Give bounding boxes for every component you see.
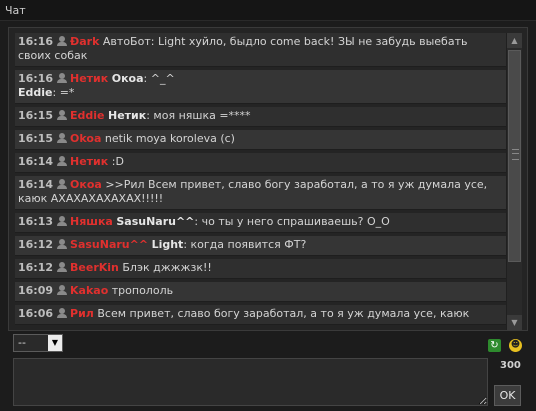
- send-button[interactable]: OK: [494, 385, 521, 406]
- window-title: Чат: [5, 4, 26, 17]
- message-time: 16:14: [18, 178, 54, 191]
- message-time: 16:15: [18, 109, 54, 122]
- chat-message: 16:12 SasuNaru^^ Light: когда появится ФТ…: [15, 236, 506, 256]
- message-time: 16:15: [18, 132, 54, 145]
- smiley-icon[interactable]: ☻: [509, 339, 522, 352]
- message-text: : моя няшка =****: [146, 109, 251, 122]
- scroll-up-icon[interactable]: ▲: [507, 33, 522, 48]
- user-icon[interactable]: [57, 262, 68, 272]
- message-time: 16:09: [18, 284, 54, 297]
- message-nick[interactable]: Okoa: [70, 132, 101, 145]
- message-scrollbar[interactable]: ▲ ▼: [506, 33, 522, 330]
- message-text: Блэк джжжзк!!: [122, 261, 212, 274]
- message-nick[interactable]: Kakao: [70, 284, 108, 297]
- message-text: : когда появится ФТ?: [183, 238, 307, 251]
- message-recipient[interactable]: Окоа: [112, 72, 144, 85]
- message-text: :D: [111, 155, 124, 168]
- chat-message: 16:12 BeerKin Блэк джжжзк!!: [15, 259, 506, 279]
- message-text: Всем привет, славо богу заработал, а то …: [97, 307, 470, 320]
- grip-icon: [512, 149, 519, 160]
- message-recipient[interactable]: Eddie: [18, 86, 53, 99]
- message-text: тропололь: [111, 284, 174, 297]
- chat-message: 16:14 Нетик :D: [15, 153, 506, 173]
- chat-message: 16:09 Kakao тропололь: [15, 282, 506, 302]
- message-recipient[interactable]: Light: [152, 238, 184, 251]
- message-recipient[interactable]: Нетик: [108, 109, 146, 122]
- message-text: : =*: [52, 86, 75, 99]
- chat-message: 16:13 Няшка SasuNaru^^: чо ты у него спра…: [15, 213, 506, 233]
- scroll-thumb[interactable]: [508, 50, 521, 262]
- user-icon[interactable]: [57, 110, 68, 120]
- message-time: 16:06: [18, 307, 54, 320]
- scroll-down-icon[interactable]: ▼: [507, 315, 522, 330]
- chat-message: 16:15 Okoa netik moya koroleva (c): [15, 130, 506, 150]
- user-icon[interactable]: [57, 216, 68, 226]
- user-icon[interactable]: [57, 239, 68, 249]
- message-recipient[interactable]: SasuNaru^^: [116, 215, 194, 228]
- user-icon[interactable]: [57, 133, 68, 143]
- char-counter: 300: [500, 360, 521, 371]
- refresh-icon[interactable]: ↻: [488, 339, 501, 352]
- message-nick[interactable]: Нетик: [70, 155, 108, 168]
- chat-message: 16:06 Рил Всем привет, славо богу заработ…: [15, 305, 506, 325]
- message-input[interactable]: [13, 358, 488, 406]
- user-icon[interactable]: [57, 73, 68, 83]
- message-nick[interactable]: Ðark: [70, 35, 99, 48]
- chat-message: 16:16 Ðark АвтоБот: Light хуйло, быдло co…: [15, 33, 506, 67]
- chat-message: 16:16 Нетик Окоа: ^_^ Eddie: =*: [15, 70, 506, 104]
- message-time: 16:12: [18, 261, 54, 274]
- user-icon[interactable]: [57, 179, 68, 189]
- chat-message: 16:15 Eddie Нетик: моя няшка =****: [15, 107, 506, 127]
- message-time: 16:14: [18, 155, 54, 168]
- message-time: 16:13: [18, 215, 54, 228]
- user-icon[interactable]: [57, 36, 68, 46]
- message-time: 16:16: [18, 72, 54, 85]
- user-icon[interactable]: [57, 308, 68, 318]
- message-time: 16:16: [18, 35, 54, 48]
- message-nick[interactable]: Eddie: [70, 109, 105, 122]
- message-text: netik moya koroleva (c): [104, 132, 235, 145]
- channel-select[interactable]: -- ▼: [13, 334, 63, 352]
- chevron-down-icon[interactable]: ▼: [48, 335, 62, 351]
- chat-message: 16:14 Окоа >>Рил Всем привет, славо богу …: [15, 176, 506, 210]
- message-nick[interactable]: BeerKin: [70, 261, 119, 274]
- user-icon[interactable]: [57, 285, 68, 295]
- message-text: : чо ты у него спрашиваешь? О_О: [194, 215, 390, 228]
- message-text: : ^_^: [143, 72, 175, 85]
- window-titlebar: Чат: [0, 0, 536, 21]
- chat-panel: 16:16 Ðark АвтоБот: Light хуйло, быдло co…: [8, 27, 528, 331]
- message-list[interactable]: 16:16 Ðark АвтоБот: Light хуйло, быдло co…: [15, 33, 506, 328]
- message-nick[interactable]: Окоа: [70, 178, 102, 191]
- message-nick[interactable]: Рил: [70, 307, 94, 320]
- message-nick[interactable]: Нетик: [70, 72, 108, 85]
- user-icon[interactable]: [57, 156, 68, 166]
- message-time: 16:12: [18, 238, 54, 251]
- message-nick[interactable]: SasuNaru^^: [70, 238, 148, 251]
- channel-select-value: --: [18, 336, 26, 349]
- message-nick[interactable]: Няшка: [70, 215, 113, 228]
